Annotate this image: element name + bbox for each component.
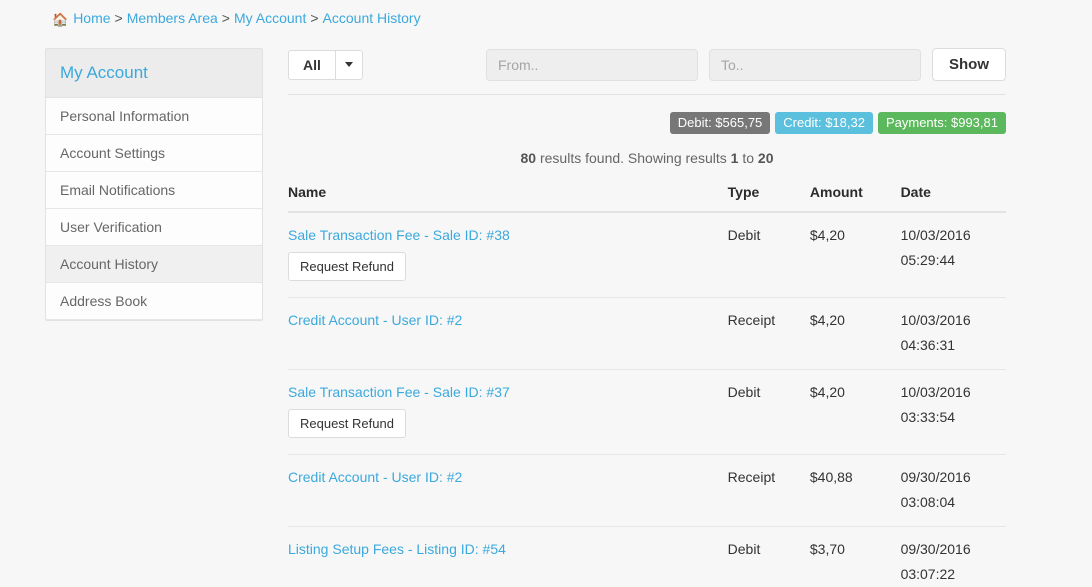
show-button[interactable]: Show	[932, 48, 1006, 81]
table-row: Credit Account - User ID: #2 Receipt $4,…	[288, 297, 1006, 370]
results-count: 80	[520, 150, 537, 166]
cell-date: 10/03/2016 03:33:54	[900, 369, 1006, 455]
date-range-fields: Show	[486, 48, 1006, 81]
transaction-link[interactable]: Sale Transaction Fee - Sale ID: #37	[288, 384, 510, 400]
cell-date: 10/03/2016 04:36:31	[900, 297, 1006, 370]
transaction-link[interactable]: Sale Transaction Fee - Sale ID: #38	[288, 227, 510, 243]
cell-name: Sale Transaction Fee - Sale ID: #38 Requ…	[288, 212, 728, 298]
date-value: 09/30/2016	[900, 541, 971, 557]
chevron-down-icon	[344, 62, 353, 67]
home-icon: 🏠	[52, 12, 69, 27]
table-header: Name Type Amount Date	[288, 184, 1006, 213]
table-row: Listing Setup Fees - Listing ID: #54 Deb…	[288, 526, 1006, 587]
breadcrumb-separator: >	[221, 10, 230, 26]
breadcrumb-item-my-account[interactable]: My Account	[234, 10, 306, 26]
status-badge-payments: Payments: $993,81	[877, 112, 1006, 134]
results-text-2: to	[738, 150, 758, 166]
sidebar-item-address-book[interactable]: Address Book	[46, 283, 262, 320]
cell-name: Credit Account - User ID: #2	[288, 297, 728, 370]
results-text-1: results found. Showing results	[536, 150, 731, 166]
type-filter-caret-button[interactable]	[334, 49, 363, 80]
table-row: Credit Account - User ID: #2 Receipt $40…	[288, 454, 1006, 527]
time-value: 03:07:22	[900, 566, 956, 582]
date-value: 10/03/2016	[900, 384, 971, 400]
filter-toolbar: All Show	[288, 48, 1006, 95]
cell-type: Debit	[727, 369, 810, 455]
page-body: My Account Personal Information Account …	[0, 29, 1092, 587]
table-row: Sale Transaction Fee - Sale ID: #38 Requ…	[288, 212, 1006, 298]
cell-type: Debit	[727, 526, 810, 587]
cell-amount: $4,20	[809, 297, 901, 370]
cell-date: 09/30/2016 03:07:22	[900, 526, 1006, 587]
date-value: 09/30/2016	[900, 469, 971, 485]
time-value: 05:29:44	[900, 252, 956, 268]
sidebar: My Account Personal Information Account …	[45, 48, 263, 321]
results-range-to: 20	[757, 150, 774, 166]
account-history-table: Name Type Amount Date Sale Transaction F…	[288, 184, 1006, 587]
date-to-input[interactable]	[709, 48, 921, 81]
type-filter-dropdown[interactable]: All	[288, 49, 363, 80]
cell-name: Listing Setup Fees - Listing ID: #54	[288, 526, 728, 587]
breadcrumb: 🏠 Home > Members Area > My Account > Account Hi…	[0, 0, 1092, 29]
sidebar-item-account-settings[interactable]: Account Settings	[46, 135, 262, 172]
column-header-amount: Amount	[809, 184, 901, 213]
breadcrumb-item-home[interactable]: Home	[73, 10, 110, 26]
cell-type: Receipt	[727, 297, 810, 370]
column-header-date: Date	[900, 184, 1006, 213]
column-header-name: Name	[288, 184, 728, 213]
cell-date: 10/03/2016 05:29:44	[900, 212, 1006, 298]
cell-amount: $3,70	[809, 526, 901, 587]
cell-amount: $40,88	[809, 454, 901, 527]
cell-date: 09/30/2016 03:08:04	[900, 454, 1006, 527]
date-value: 10/03/2016	[900, 227, 971, 243]
cell-name: Sale Transaction Fee - Sale ID: #37 Requ…	[288, 369, 728, 455]
totals-badges: Debit: $565,75 Credit: $18,32 Payments: …	[288, 95, 1006, 134]
sidebar-header: My Account	[46, 49, 262, 98]
sidebar-item-user-verification[interactable]: User Verification	[46, 209, 262, 246]
breadcrumb-separator: >	[114, 10, 123, 26]
table-header-row: Name Type Amount Date	[288, 184, 1006, 213]
request-refund-button[interactable]: Request Refund	[288, 409, 406, 438]
cell-amount: $4,20	[809, 212, 901, 298]
results-summary: 80 results found. Showing results 1 to 2…	[288, 134, 1006, 166]
main-content: All Show Debit: $565,75 Credit: $18,32 P…	[288, 48, 1006, 587]
transaction-link[interactable]: Credit Account - User ID: #2	[288, 312, 462, 328]
cell-name: Credit Account - User ID: #2	[288, 454, 728, 527]
breadcrumb-item-account-history[interactable]: Account History	[323, 10, 421, 26]
column-header-type: Type	[727, 184, 810, 213]
type-filter-button[interactable]: All	[288, 49, 335, 80]
time-value: 04:36:31	[900, 337, 956, 353]
status-badge-credit: Credit: $18,32	[775, 112, 873, 134]
sidebar-item-personal-information[interactable]: Personal Information	[46, 98, 262, 135]
time-value: 03:33:54	[900, 409, 956, 425]
table-row: Sale Transaction Fee - Sale ID: #37 Requ…	[288, 369, 1006, 455]
time-value: 03:08:04	[900, 494, 956, 510]
date-value: 10/03/2016	[900, 312, 971, 328]
table-body: Sale Transaction Fee - Sale ID: #38 Requ…	[288, 212, 1006, 587]
date-from-input[interactable]	[486, 48, 698, 81]
cell-type: Debit	[727, 212, 810, 298]
cell-amount: $4,20	[809, 369, 901, 455]
breadcrumb-separator: >	[310, 10, 319, 26]
sidebar-item-account-history[interactable]: Account History	[46, 246, 262, 283]
sidebar-item-email-notifications[interactable]: Email Notifications	[46, 172, 262, 209]
cell-type: Receipt	[727, 454, 810, 527]
status-badge-debit: Debit: $565,75	[669, 112, 771, 134]
transaction-link[interactable]: Credit Account - User ID: #2	[288, 469, 462, 485]
request-refund-button[interactable]: Request Refund	[288, 252, 406, 281]
breadcrumb-item-members-area[interactable]: Members Area	[127, 10, 218, 26]
transaction-link[interactable]: Listing Setup Fees - Listing ID: #54	[288, 541, 506, 557]
